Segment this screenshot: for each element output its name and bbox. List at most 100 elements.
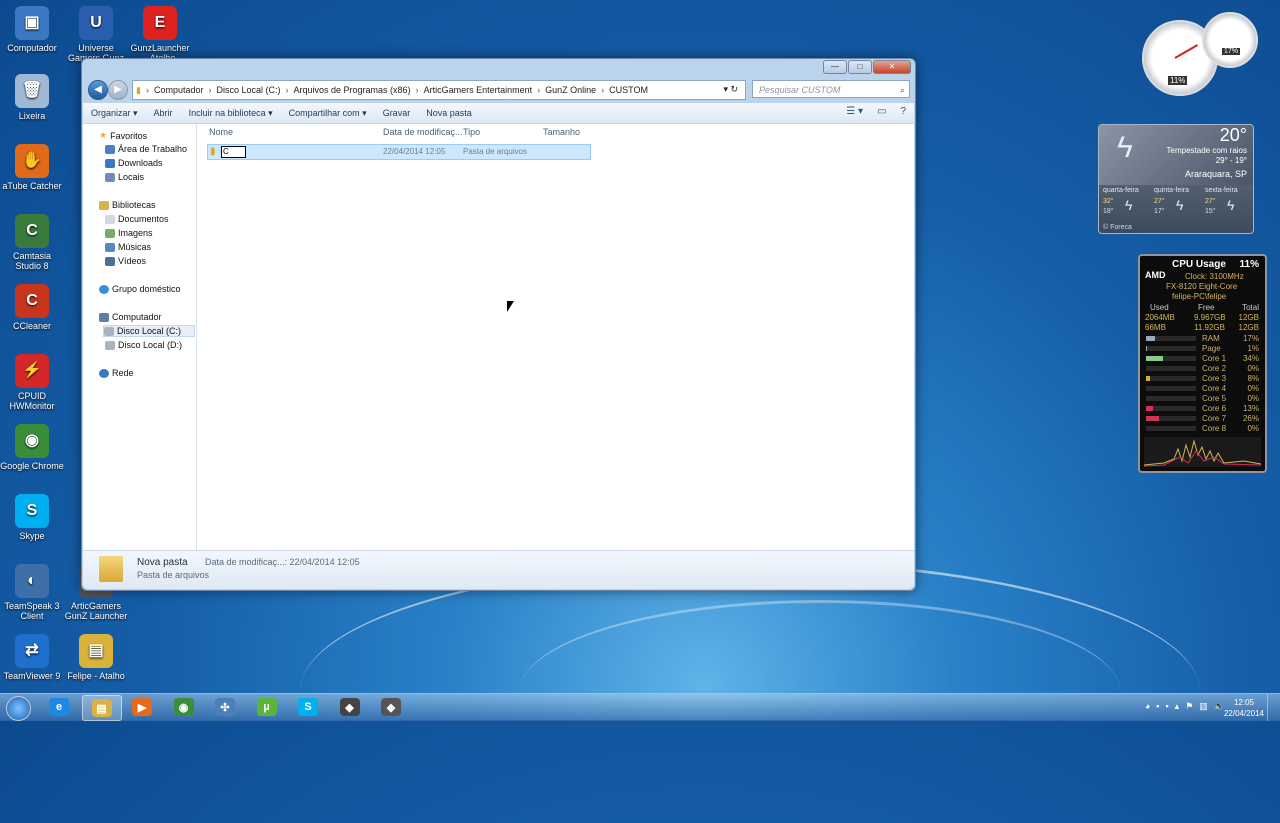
include-library-button[interactable]: Incluir na biblioteca ▾ — [181, 108, 281, 119]
nav-drive-c[interactable]: Disco Local (C:) — [103, 325, 195, 337]
breadcrumb-gunz-online[interactable]: GunZ Online — [542, 85, 599, 95]
desktop-icon[interactable]: ▤ Felipe - Atalho — [64, 634, 128, 681]
nav-computer[interactable]: Computador — [99, 312, 162, 322]
nav-desktop[interactable]: Área de Trabalho — [105, 144, 187, 154]
desktop-icon-label: CCleaner — [12, 321, 52, 331]
show-desktop-button[interactable] — [1267, 694, 1280, 721]
nav-places[interactable]: Locais — [105, 172, 144, 182]
nav-drive-d[interactable]: Disco Local (D:) — [105, 340, 182, 350]
view-options-icon[interactable]: ☰ ▾ — [846, 106, 863, 117]
cpu-user: felipe-PC\felipe — [1172, 292, 1227, 301]
breadcrumb-articgamers[interactable]: ArticGamers Entertainment — [421, 85, 536, 95]
taskbar-internet-explorer[interactable]: e — [40, 695, 78, 719]
explorer-icon: ▤ — [91, 699, 112, 717]
meter-bar — [1146, 356, 1196, 361]
forward-button[interactable]: ▶ — [108, 80, 128, 100]
rename-input[interactable]: C — [221, 146, 246, 158]
meter-percent: 0% — [1247, 424, 1259, 433]
help-icon[interactable]: ? — [900, 106, 906, 117]
file-date: 22/04/2014 12:05 — [383, 147, 446, 156]
desktop-icon[interactable]: ✋ aTube Catcher — [0, 144, 64, 191]
page-total: 12GB — [1238, 323, 1259, 332]
desktop-icon[interactable]: EGunzLauncher - Atelho — [128, 6, 192, 63]
meter-label: RAM — [1202, 334, 1220, 343]
tray-app-icon[interactable]: ▪ — [1165, 701, 1168, 712]
desktop-icon[interactable]: 🗑 Lixeira — [0, 74, 64, 121]
share-button[interactable]: Compartilhar com ▾ — [281, 108, 375, 119]
app-icon: E — [143, 6, 177, 40]
organize-button[interactable]: Organizar ▾ — [83, 108, 146, 119]
nav-libraries[interactable]: Bibliotecas — [99, 200, 156, 210]
taskbar-media-player[interactable]: ▶ — [123, 695, 161, 719]
taskbar-gunz-launcher[interactable]: ◆ — [331, 695, 369, 719]
desktop-icon[interactable]: ◉ Google Chrome — [0, 424, 64, 471]
back-button[interactable]: ◀ — [88, 80, 108, 100]
desktop-icon[interactable]: C Camtasia Studio 8 — [0, 214, 64, 271]
open-button[interactable]: Abrir — [146, 108, 181, 118]
address-bar[interactable]: ▮ › Computador › Disco Local (C:) › Arqu… — [132, 80, 746, 100]
desktop-icon[interactable]: ▣ Computador — [0, 6, 64, 53]
nav-documents[interactable]: Documentos — [105, 214, 169, 224]
start-button[interactable] — [2, 694, 34, 721]
weather-gadget[interactable]: ϟ 20° Tempestade com raios 29° - 19° Ara… — [1098, 124, 1254, 234]
burn-button[interactable]: Gravar — [375, 108, 419, 118]
file-row[interactable]: ▮ C 22/04/2014 12:05 Pasta de arquivos — [207, 144, 591, 160]
new-folder-button[interactable]: Nova pasta — [418, 108, 480, 118]
refresh-icon[interactable]: ▾ ↻ — [720, 84, 741, 95]
search-input[interactable]: Pesquisar CUSTOM ⌕ — [752, 80, 910, 98]
explorer-window[interactable]: — □ ✕ ◀ ▶ ▮ › Computador › Disco Local (… — [81, 58, 916, 591]
column-type[interactable]: Tipo — [463, 127, 480, 137]
desktop-icon[interactable]: C CCleaner — [0, 284, 64, 331]
nav-videos[interactable]: Vídeos — [105, 256, 146, 266]
chevron-right-icon: › — [415, 85, 419, 95]
memory-dial: 17% — [1202, 12, 1258, 68]
search-icon[interactable]: ⌕ — [900, 81, 905, 99]
column-size[interactable]: Tamanho — [543, 127, 580, 137]
column-name[interactable]: Nome — [209, 127, 233, 137]
meter-percent: 1% — [1247, 344, 1259, 353]
desktop-icon[interactable]: ⚡ CPUID HWMonitor — [0, 354, 64, 411]
meter-percent: 13% — [1242, 404, 1259, 413]
breadcrumb-arquivos-programas[interactable]: Arquivos de Programas (x86) — [291, 85, 414, 95]
meter-percent: 34% — [1242, 354, 1259, 363]
forecast-low: 15° — [1205, 208, 1216, 215]
tray-app-icon[interactable]: ◕ — [1145, 701, 1150, 712]
nav-homegroup[interactable]: Grupo doméstico — [99, 284, 181, 294]
meter-gadget[interactable]: 11% 17% — [1142, 12, 1260, 98]
nav-music[interactable]: Músicas — [105, 242, 151, 252]
preview-pane-icon[interactable]: ▭ — [877, 106, 886, 117]
show-hidden-icon[interactable]: ▴ — [1175, 701, 1180, 712]
file-list[interactable]: Nome Data de modificaç... Tipo Tamanho ▮… — [197, 124, 914, 550]
nav-downloads[interactable]: Downloads — [105, 158, 163, 168]
taskbar-gunz-launcher-2[interactable]: ◆ — [372, 695, 410, 719]
close-button[interactable]: ✕ — [873, 60, 911, 74]
desktop-icon[interactable]: ⇄ TeamViewer 9 — [0, 634, 64, 681]
breadcrumb-disco-local[interactable]: Disco Local (C:) — [213, 85, 283, 95]
desktop-icon[interactable]: ◐ TeamSpeak 3 Client — [0, 564, 64, 621]
app-icon: ⚡ — [15, 354, 49, 388]
taskbar-skype[interactable]: S — [289, 695, 327, 719]
desktop-icon[interactable]: UUniverse Gamers Gunz — [64, 6, 128, 63]
forecast-high: 27° — [1205, 198, 1216, 205]
network-icon[interactable]: ▥ — [1199, 701, 1208, 712]
downloads-icon — [105, 158, 115, 168]
nav-favorites[interactable]: ★ Favoritos — [99, 130, 147, 141]
clock-time: 12:05 — [1233, 698, 1254, 707]
cpu-usage-gadget[interactable]: CPU Usage 11% AMD Clock: 3100MHz FX-8120… — [1138, 254, 1267, 473]
nav-images[interactable]: Imagens — [105, 228, 153, 238]
breadcrumb-custom[interactable]: CUSTOM — [606, 85, 651, 95]
taskbar-utorrent[interactable]: µ — [248, 695, 286, 719]
breadcrumb-computador[interactable]: Computador — [151, 85, 207, 95]
taskbar-explorer[interactable]: ▤ — [81, 695, 122, 721]
taskbar-chrome[interactable]: ◉ — [165, 695, 203, 719]
tray-app-icon[interactable]: ▪ — [1156, 701, 1159, 712]
desktop-icon[interactable]: S Skype — [0, 494, 64, 541]
navigation-bar: ◀ ▶ ▮ › Computador › Disco Local (C:) › … — [86, 79, 911, 101]
column-date[interactable]: Data de modificaç... — [383, 127, 463, 137]
flag-icon[interactable]: ⚑ — [1185, 701, 1193, 712]
nav-network[interactable]: Rede — [99, 368, 134, 378]
taskbar-network-app[interactable]: ✣ — [206, 695, 244, 719]
taskbar-clock[interactable]: 12:05 22/04/2014 — [1224, 697, 1264, 719]
maximize-button[interactable]: □ — [848, 60, 872, 74]
minimize-button[interactable]: — — [823, 60, 847, 74]
